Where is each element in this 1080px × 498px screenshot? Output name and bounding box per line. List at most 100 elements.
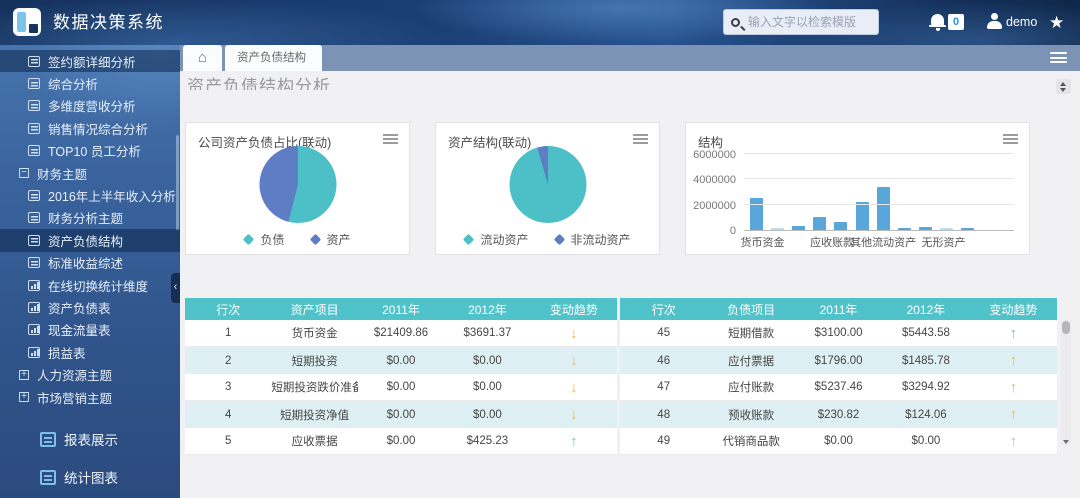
table-row[interactable]: 3 短期投资跌价准备 $0.00 $0.00 ↓ bbox=[185, 374, 617, 401]
sidebar-item[interactable]: 标准收益综述 bbox=[0, 252, 180, 274]
pie-chart[interactable] bbox=[509, 146, 586, 223]
legend-item[interactable]: 负债 bbox=[243, 231, 285, 248]
x-axis-tick-label: 应收账款 bbox=[810, 237, 855, 249]
sidebar-item[interactable]: 财务分析主题 bbox=[0, 207, 180, 229]
bar-plot bbox=[744, 153, 1014, 231]
sidebar-item[interactable]: + 市场营销主题 bbox=[0, 386, 180, 408]
bar[interactable] bbox=[771, 228, 785, 230]
report-grid-icon bbox=[40, 431, 56, 447]
search-input[interactable] bbox=[746, 14, 871, 30]
sidebar-item[interactable]: 销售情况综合分析 bbox=[0, 117, 180, 139]
favorite-star-icon[interactable]: ★ bbox=[1049, 0, 1064, 45]
bar-slot bbox=[767, 154, 788, 230]
notification-bell-icon[interactable] bbox=[929, 13, 946, 31]
sidebar-item[interactable]: TOP10 员工分析 bbox=[0, 140, 180, 162]
column-header: 2011年 bbox=[819, 302, 858, 317]
bar[interactable] bbox=[918, 227, 932, 230]
gridline bbox=[744, 203, 1014, 205]
sidebar-collapse-handle[interactable]: ‹ bbox=[171, 273, 180, 303]
sidebar-item-label: 销售情况综合分析 bbox=[48, 122, 149, 137]
table-scrollbar[interactable] bbox=[1061, 320, 1071, 447]
bar[interactable] bbox=[939, 228, 953, 230]
legend-item[interactable]: 流动资产 bbox=[463, 231, 529, 248]
table-row[interactable]: 5 应收票据 $0.00 $425.23 ↑ bbox=[185, 428, 617, 455]
tab-active[interactable]: 资产负债结构 bbox=[225, 45, 322, 71]
table-row[interactable]: 48 预收账款 $230.82 $124.06 ↑ bbox=[620, 401, 1057, 428]
toggle-up-icon bbox=[1060, 81, 1066, 86]
template-search[interactable] bbox=[723, 9, 879, 35]
sidebar-nav: 签约额详细分析 综合分析 多维度营收分析销售情况综合分析 TOP10 员工分析 − 财务主… bbox=[0, 50, 180, 408]
sidebar-section-item[interactable]: 统计图表 bbox=[0, 458, 180, 496]
sidebar-item[interactable]: 损益表 bbox=[0, 341, 180, 363]
table-row[interactable]: 49 代销商品款 $0.00 $0.00 ↑ bbox=[620, 428, 1057, 455]
cell-2012: $124.06 bbox=[905, 408, 947, 421]
report-icon bbox=[28, 234, 40, 246]
bar[interactable] bbox=[750, 197, 764, 230]
x-axis-tick-label: 其他流动资产 bbox=[850, 237, 917, 249]
trend-down-arrow-icon: ↓ bbox=[570, 353, 578, 368]
sidebar-item-label: 现金流量表 bbox=[48, 324, 111, 339]
username-label[interactable]: demo bbox=[1006, 0, 1037, 45]
table-row[interactable]: 4 短期投资净值 $0.00 $0.00 ↓ bbox=[185, 401, 617, 428]
column-header: 负债项目 bbox=[727, 302, 776, 317]
app-logo-icon[interactable] bbox=[13, 8, 41, 36]
tab-home[interactable]: ⌂ bbox=[183, 45, 222, 71]
bar[interactable] bbox=[876, 186, 890, 230]
table-row[interactable]: 2 短期投资 $0.00 $0.00 ↓ bbox=[185, 347, 617, 374]
bar[interactable] bbox=[813, 216, 827, 230]
bar[interactable] bbox=[792, 226, 806, 230]
report-icon bbox=[28, 122, 40, 134]
table-row[interactable]: 46 应付票据 $1796.00 $1485.78 ↑ bbox=[620, 347, 1057, 374]
param-pane-toggle[interactable] bbox=[1056, 79, 1071, 94]
table-row[interactable]: 47 应付账款 $5237.46 $3294.92 ↑ bbox=[620, 374, 1057, 401]
bar[interactable] bbox=[897, 228, 911, 230]
plus-icon: + bbox=[19, 392, 29, 403]
sidebar-item[interactable]: 资产负债表 bbox=[0, 296, 180, 318]
sidebar-item[interactable]: 现金流量表 bbox=[0, 319, 180, 341]
cell-trend: ↑ bbox=[970, 326, 1057, 341]
user-icon[interactable] bbox=[987, 13, 1002, 29]
chart-icon bbox=[28, 279, 40, 291]
chart-icon bbox=[28, 324, 40, 336]
sidebar-item[interactable]: + 人力资源主题 bbox=[0, 363, 180, 385]
scrollbar-thumb[interactable] bbox=[1062, 321, 1070, 334]
bar[interactable] bbox=[834, 221, 848, 230]
cell-2011: $3100.00 bbox=[814, 327, 863, 339]
pie-chart[interactable] bbox=[259, 146, 336, 223]
sidebar-item[interactable]: − 财务主题 bbox=[0, 162, 180, 184]
legend-item[interactable]: 非流动资产 bbox=[553, 231, 631, 248]
sidebar-item[interactable]: 综合分析 bbox=[0, 72, 180, 94]
cell-row-no: 5 bbox=[225, 435, 232, 447]
assets-table: 行次 资产项目 2011年 2012年 变动趋势 1 货币资金 $21409.86 $3691.… bbox=[185, 298, 617, 455]
cell-row-no: 48 bbox=[657, 408, 671, 421]
search-icon bbox=[731, 17, 740, 27]
cell-2012: $3691.37 bbox=[463, 327, 512, 339]
cell-2011: $21409.86 bbox=[373, 327, 429, 339]
logo-notch bbox=[29, 24, 38, 33]
sidebar-item[interactable]: 2016年上半年收入分析 bbox=[0, 184, 180, 206]
sidebar-scrollbar-thumb[interactable] bbox=[176, 135, 179, 230]
bar[interactable] bbox=[960, 228, 974, 230]
panel-menu-icon[interactable] bbox=[633, 134, 648, 145]
panel-menu-icon[interactable] bbox=[1003, 134, 1018, 145]
table-row[interactable]: 1 货币资金 $21409.86 $3691.37 ↓ bbox=[185, 320, 617, 347]
scrollbar-down-arrow[interactable] bbox=[1063, 440, 1069, 444]
gridline bbox=[744, 178, 1014, 180]
chart-icon bbox=[28, 301, 40, 313]
panel-menu-icon[interactable] bbox=[383, 134, 398, 145]
sidebar-item[interactable]: 在线切换统计维度 bbox=[0, 274, 180, 296]
legend-item[interactable]: 资产 bbox=[309, 231, 351, 248]
table-header-row: 行次 负债项目 2011年 2012年 变动趋势 bbox=[620, 298, 1057, 320]
minus-icon: − bbox=[19, 168, 29, 179]
sidebar-item[interactable]: 多维度营收分析 bbox=[0, 95, 180, 117]
sidebar-item[interactable]: 签约额详细分析 bbox=[0, 50, 180, 73]
sidebar-item[interactable]: 资产负债结构 bbox=[0, 229, 180, 252]
sidebar-section-item[interactable]: 报表展示 bbox=[0, 420, 180, 458]
column-header: 行次 bbox=[651, 302, 676, 317]
cell-2011: $230.82 bbox=[817, 408, 860, 421]
sidebar-section-label: 统计图表 bbox=[64, 471, 118, 486]
table-row[interactable]: 45 短期借款 $3100.00 $5443.58 ↑ bbox=[620, 320, 1057, 347]
tabbar-menu-icon[interactable] bbox=[1050, 52, 1067, 64]
bar[interactable] bbox=[855, 201, 869, 230]
panel-title: 资产结构(联动) bbox=[448, 136, 532, 150]
